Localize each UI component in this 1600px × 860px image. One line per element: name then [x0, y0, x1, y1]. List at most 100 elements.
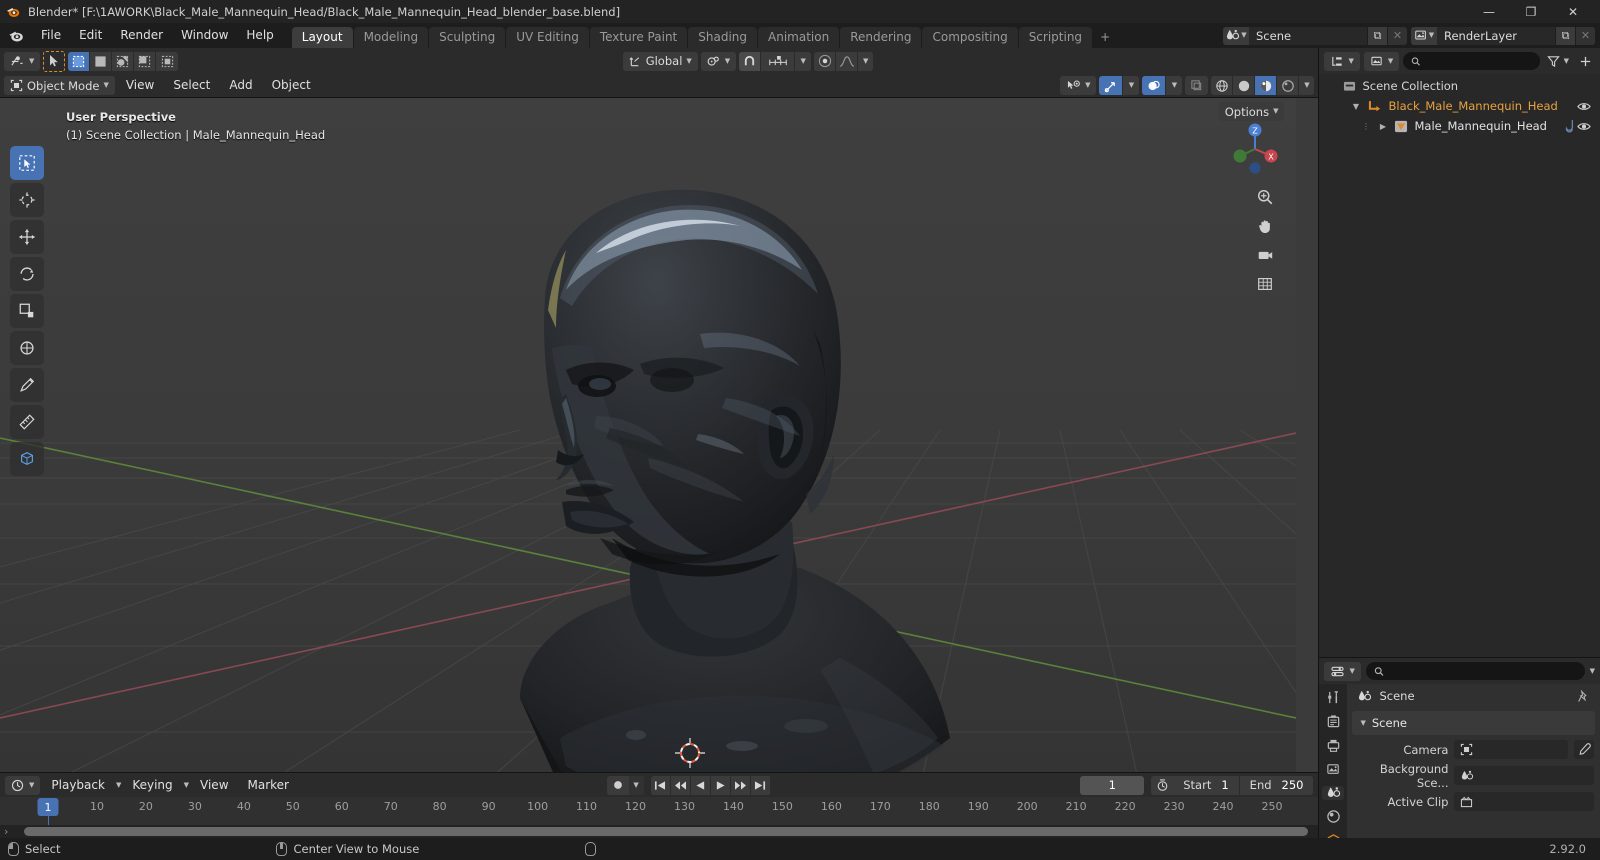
outliner-row-scene-collection[interactable]: Scene Collection: [1319, 76, 1600, 96]
select-intersect-icon[interactable]: [156, 51, 179, 71]
properties-editor-type-button[interactable]: ▼: [1324, 661, 1361, 681]
menu-render[interactable]: Render: [111, 23, 172, 48]
tab-texture-paint[interactable]: Texture Paint: [589, 27, 688, 48]
menu-file[interactable]: File: [32, 23, 70, 48]
minimize-button[interactable]: —: [1468, 0, 1510, 23]
proportional-edit-icon[interactable]: [814, 51, 837, 71]
timeline-menu-playback[interactable]: Playback: [43, 776, 113, 795]
timeline-menu-keying[interactable]: Keying: [124, 776, 180, 795]
active-clip-field[interactable]: [1454, 792, 1594, 811]
current-frame-field[interactable]: 1: [1080, 775, 1145, 795]
start-frame-value[interactable]: 1: [1219, 778, 1238, 792]
properties-tab-scene[interactable]: [1322, 786, 1345, 800]
jump-to-next-keyframe-button[interactable]: [731, 775, 751, 795]
navigation-gizmo[interactable]: Z X: [1226, 120, 1284, 178]
properties-tab-tool[interactable]: [1322, 690, 1344, 705]
tweak-tool-button[interactable]: [43, 50, 66, 72]
remove-viewlayer-button[interactable]: ✕: [1575, 26, 1595, 45]
outliner-editor-type-button[interactable]: ▼: [1324, 51, 1360, 71]
outliner-search-input[interactable]: [1425, 54, 1532, 68]
select-set-icon[interactable]: [68, 51, 91, 71]
tab-sculpting[interactable]: Sculpting: [429, 27, 506, 48]
viewlayer-name[interactable]: RenderLayer: [1437, 26, 1555, 45]
properties-search-input[interactable]: [1389, 664, 1577, 678]
use-preview-range-icon[interactable]: [1151, 776, 1173, 795]
scene-name[interactable]: Scene: [1249, 26, 1367, 45]
overlays-dropdown-icon[interactable]: ▼: [1166, 76, 1183, 95]
tool-measure[interactable]: [10, 405, 44, 439]
transform-orientation-button[interactable]: Global ▼: [622, 51, 698, 71]
timeline-menu-marker[interactable]: Marker: [240, 776, 297, 795]
tab-layout[interactable]: Layout: [291, 27, 353, 48]
properties-tab-output[interactable]: [1322, 738, 1344, 753]
viewport-menu-add[interactable]: Add: [221, 76, 260, 95]
tab-modeling[interactable]: Modeling: [353, 27, 429, 48]
snap-target-icon[interactable]: [761, 51, 796, 71]
jump-to-prev-keyframe-button[interactable]: [671, 775, 691, 795]
properties-tab-render[interactable]: [1322, 714, 1344, 729]
end-frame-value[interactable]: 250: [1280, 778, 1314, 792]
auto-keying-icon[interactable]: [607, 776, 629, 795]
new-scene-button[interactable]: ⧉: [1367, 26, 1387, 45]
snap-dropdown-icon[interactable]: ▼: [795, 51, 812, 71]
menu-edit[interactable]: Edit: [70, 23, 111, 48]
camera-eyedropper-button[interactable]: [1574, 740, 1594, 759]
falloff-dropdown-icon[interactable]: ▼: [858, 52, 873, 71]
close-button[interactable]: ✕: [1552, 0, 1594, 23]
viewport-menu-object[interactable]: Object: [264, 76, 319, 95]
camera-field[interactable]: [1454, 740, 1568, 759]
falloff-icon[interactable]: [836, 51, 859, 71]
tab-scripting[interactable]: Scripting: [1018, 27, 1093, 48]
maximize-button[interactable]: ❐: [1510, 0, 1552, 23]
properties-tab-viewlayer[interactable]: [1322, 762, 1344, 777]
tool-transform[interactable]: [10, 331, 44, 365]
viewport-menu-select[interactable]: Select: [165, 76, 218, 95]
unlink-scene-button[interactable]: ✕: [1387, 26, 1407, 45]
jump-to-start-button[interactable]: [651, 775, 671, 795]
new-viewlayer-button[interactable]: ⧉: [1555, 26, 1575, 45]
outliner-new-collection-button[interactable]: [1576, 52, 1595, 71]
viewport-menu-view[interactable]: View: [118, 76, 162, 95]
timeline-playhead[interactable]: 1: [37, 798, 59, 816]
shading-dropdown-icon[interactable]: ▼: [1299, 76, 1315, 95]
gizmo-dropdown-icon[interactable]: ▼: [1123, 76, 1140, 95]
options-button[interactable]: Options ▼: [1218, 102, 1285, 121]
object-mode-dropdown[interactable]: Object Mode ▼: [4, 76, 115, 95]
camera-view-icon[interactable]: [1254, 244, 1276, 266]
timeline-editor-type-button[interactable]: ▼: [5, 775, 41, 795]
scene-panel-header[interactable]: ▼ Scene: [1352, 711, 1595, 735]
outliner-display-mode-button[interactable]: ▼: [1363, 51, 1400, 71]
shading-wireframe-icon[interactable]: [1211, 76, 1234, 95]
select-difference-icon[interactable]: [134, 51, 157, 71]
outliner-search-box[interactable]: [1403, 52, 1540, 70]
timeline-ruler[interactable]: 1102030405060708090100110120130140150160…: [0, 797, 1319, 825]
outliner-row-mesh[interactable]: ⋮ ▶ Male_Mannequin_Head: [1319, 116, 1600, 136]
tool-scale[interactable]: [10, 294, 44, 328]
outliner-filter-button[interactable]: ▼: [1544, 52, 1572, 71]
background-scene-field[interactable]: [1454, 766, 1594, 785]
play-button[interactable]: [711, 775, 731, 795]
tab-animation[interactable]: Animation: [758, 27, 840, 48]
tab-rendering[interactable]: Rendering: [840, 27, 922, 48]
pin-icon[interactable]: [1577, 689, 1590, 703]
properties-search-box[interactable]: [1365, 662, 1585, 680]
viewlayer-selector[interactable]: ▼ RenderLayer ⧉ ✕: [1411, 26, 1595, 45]
select-extend-icon[interactable]: [90, 51, 113, 71]
xray-toggle-button[interactable]: [1185, 76, 1209, 95]
tool-add-cube[interactable]: [10, 442, 44, 476]
visibility-eye-icon-mesh[interactable]: [1576, 121, 1592, 132]
timeline-scroll-thumb[interactable]: [24, 827, 1309, 836]
add-workspace-button[interactable]: +: [1093, 27, 1117, 48]
magnet-icon[interactable]: [739, 51, 762, 71]
shading-rendered-icon[interactable]: [1277, 76, 1300, 95]
timeline-expand-icon[interactable]: ›: [4, 825, 8, 838]
orthographic-toggle-icon[interactable]: [1254, 273, 1276, 295]
pan-hand-icon[interactable]: [1254, 215, 1276, 237]
viewport-canvas[interactable]: User Perspective (1) Scene Collection | …: [0, 98, 1319, 772]
timeline-menu-view[interactable]: View: [192, 776, 236, 795]
outliner-expander-mesh[interactable]: ▶: [1378, 122, 1387, 131]
menu-help[interactable]: Help: [237, 23, 282, 48]
select-subtract-icon[interactable]: [112, 51, 135, 71]
gizmo-icon[interactable]: [1099, 76, 1124, 95]
editor-type-button[interactable]: ▼: [4, 51, 41, 71]
